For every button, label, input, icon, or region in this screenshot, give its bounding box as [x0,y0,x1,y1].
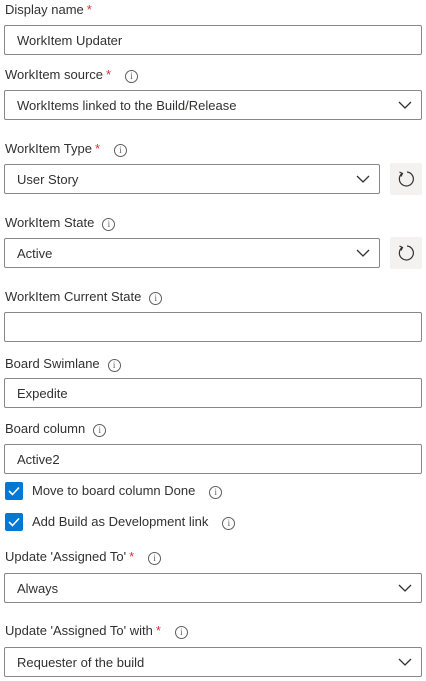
update-assigned-to-value: Always [17,581,59,596]
board-column-label-text: Board column [5,421,86,436]
workitem-source-label: WorkItem source * i [5,66,139,84]
required-marker: * [155,623,161,638]
add-dev-link-label[interactable]: Add Build as Development link i [32,513,236,531]
info-icon[interactable]: i [174,626,188,639]
chevron-down-icon [398,658,412,666]
required-marker: * [106,67,112,82]
display-name-label-text: Display name [5,2,84,17]
checkmark-icon [8,486,20,496]
refresh-icon [398,171,414,187]
info-icon[interactable]: i [149,292,163,305]
workitem-type-value: User Story [17,172,79,187]
workitem-current-state-label-text: WorkItem Current State [5,289,142,304]
update-assigned-to-dropdown[interactable]: Always [4,573,422,603]
add-dev-link-label-text: Add Build as Development link [32,514,209,529]
chevron-down-icon [356,175,370,183]
update-assigned-to-with-label: Update 'Assigned To' with * i [5,622,188,640]
board-swimlane-value: Expedite [17,386,68,401]
display-name-value: WorkItem Updater [17,33,123,48]
workitem-source-dropdown[interactable]: WorkItems linked to the Build/Release [4,90,422,120]
workitem-state-label: WorkItem State i [5,214,116,232]
info-icon[interactable]: i [114,144,127,157]
workitem-state-dropdown[interactable]: Active [4,238,380,268]
workitem-state-value: Active [17,246,53,261]
update-assigned-to-with-label-text: Update 'Assigned To' with [5,623,153,638]
workitem-source-value: WorkItems linked to the Build/Release [17,98,237,113]
required-marker: * [94,141,100,156]
move-to-done-checkbox[interactable] [5,482,23,500]
workitem-current-state-input[interactable] [4,312,422,342]
board-column-label: Board column i [5,420,107,438]
chevron-down-icon [356,249,370,257]
workitem-type-dropdown[interactable]: User Story [4,164,380,194]
info-icon[interactable]: i [102,218,116,231]
refresh-workitem-state-button[interactable] [390,237,422,269]
board-column-value: Active2 [17,452,60,467]
update-assigned-to-with-dropdown[interactable]: Requester of the build [4,647,422,677]
update-assigned-to-label-text: Update 'Assigned To' [5,549,127,564]
info-icon[interactable]: i [209,486,223,499]
info-icon[interactable]: i [222,517,236,530]
info-icon[interactable]: i [125,70,139,83]
required-marker: * [86,2,92,17]
chevron-down-icon [398,584,412,592]
workitem-current-state-label: WorkItem Current State i [5,288,163,306]
required-marker: * [129,549,135,564]
display-name-input[interactable]: WorkItem Updater [4,25,422,55]
board-swimlane-label: Board Swimlane i [5,355,121,373]
refresh-workitem-type-button[interactable] [390,163,422,195]
chevron-down-icon [398,101,412,109]
move-to-done-label-text: Move to board column Done [32,483,196,498]
board-swimlane-label-text: Board Swimlane [5,356,100,371]
workitem-type-label-text: WorkItem Type [5,141,92,156]
display-name-label: Display name * [5,1,92,19]
checkmark-icon [8,517,20,527]
update-assigned-to-with-value: Requester of the build [17,655,145,670]
refresh-icon [398,245,414,261]
board-column-input[interactable]: Active2 [4,444,422,474]
move-to-done-label[interactable]: Move to board column Done i [32,482,223,500]
workitem-source-label-text: WorkItem source [5,67,104,82]
workitem-state-label-text: WorkItem State [5,215,95,230]
info-icon[interactable]: i [148,552,162,565]
info-icon[interactable]: i [93,424,107,437]
add-dev-link-checkbox[interactable] [5,513,23,531]
info-icon[interactable]: i [107,359,121,372]
workitem-type-label: WorkItem Type * i [5,140,127,158]
board-swimlane-input[interactable]: Expedite [4,378,422,408]
update-assigned-to-label: Update 'Assigned To' * i [5,548,162,566]
